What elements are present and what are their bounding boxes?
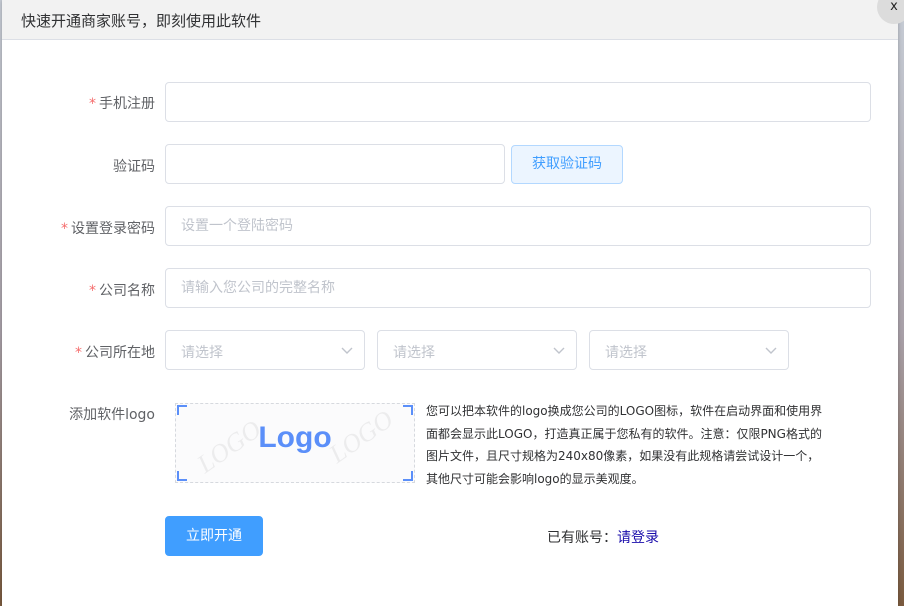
- chevron-down-icon: [765, 347, 777, 354]
- phone-label: * 手机注册: [5, 93, 155, 113]
- select-placeholder: 请选择: [181, 345, 223, 361]
- corner-mark: [177, 471, 187, 481]
- logo-upload-box[interactable]: LOGO LOGO Logo: [175, 403, 415, 483]
- select-placeholder: 请选择: [605, 345, 647, 361]
- code-label-text: 验证码: [113, 159, 155, 175]
- logo-label: 添加软件logo: [5, 404, 155, 424]
- required-mark: *: [89, 283, 96, 299]
- company-name-input[interactable]: [165, 268, 871, 308]
- corner-mark: [403, 405, 413, 415]
- chevron-down-icon: [553, 347, 565, 354]
- get-code-button[interactable]: 获取验证码: [511, 145, 623, 184]
- district-select[interactable]: 请选择: [589, 330, 789, 370]
- dialog-title: 快速开通商家账号，即刻使用此软件: [21, 12, 262, 30]
- city-select[interactable]: 请选择: [377, 330, 577, 370]
- password-input[interactable]: [165, 206, 871, 246]
- phone-input[interactable]: [165, 82, 871, 122]
- location-label-text: 公司所在地: [85, 345, 155, 361]
- close-icon: x: [890, 0, 898, 14]
- company-label: * 公司名称: [5, 280, 155, 300]
- required-mark: *: [89, 96, 96, 112]
- logo-label-text: 添加软件logo: [69, 407, 155, 423]
- register-dialog: 快速开通商家账号，即刻使用此软件 * 手机注册 验证码 获取验证码 * 设置登录密码…: [2, 0, 898, 606]
- submit-button[interactable]: 立即开通: [165, 516, 263, 556]
- password-label: * 设置登录密码: [5, 218, 155, 238]
- required-mark: *: [75, 345, 82, 361]
- phone-label-text: 手机注册: [99, 96, 155, 112]
- login-prompt: 已有账号：请登录: [547, 527, 659, 547]
- required-mark: *: [61, 221, 68, 237]
- dialog-header: 快速开通商家账号，即刻使用此软件: [2, 0, 898, 40]
- company-label-text: 公司名称: [99, 283, 155, 299]
- chevron-down-icon: [341, 347, 353, 354]
- password-label-text: 设置登录密码: [71, 221, 155, 237]
- corner-mark: [403, 471, 413, 481]
- logo-preview-text: Logo: [258, 421, 332, 454]
- select-placeholder: 请选择: [393, 345, 435, 361]
- location-label: * 公司所在地: [5, 342, 155, 362]
- login-prompt-text: 已有账号：: [547, 530, 617, 546]
- corner-mark: [177, 405, 187, 415]
- login-link[interactable]: 请登录: [617, 530, 659, 546]
- logo-description: 您可以把本软件的logo换成您公司的LOGO图标，软件在启动界面和使用界面都会显…: [426, 404, 823, 486]
- province-select[interactable]: 请选择: [165, 330, 365, 370]
- code-label: 验证码: [5, 156, 155, 176]
- verification-code-input[interactable]: [165, 144, 505, 184]
